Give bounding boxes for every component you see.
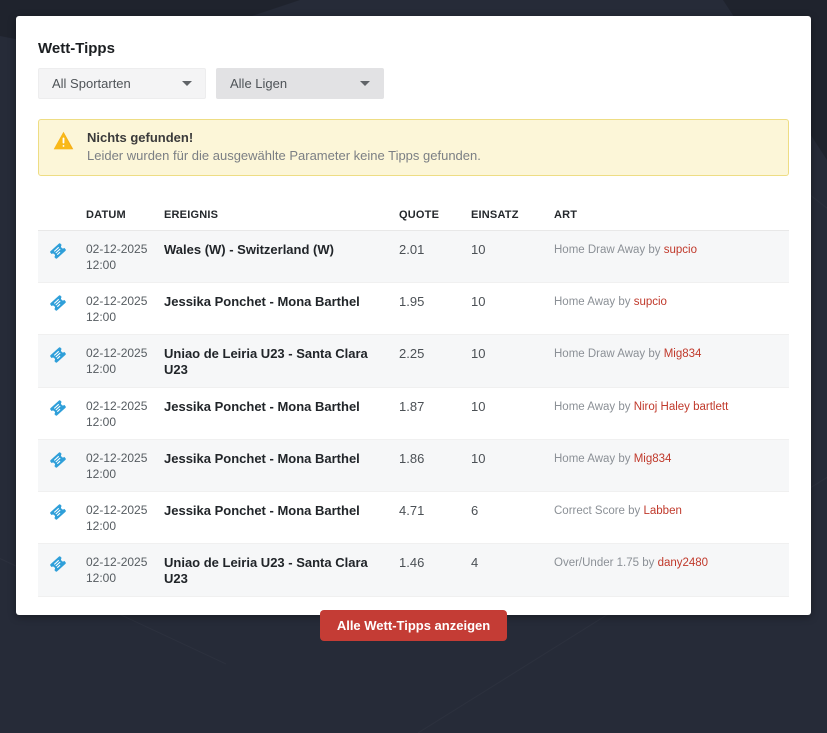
tip-event: Uniao de Leiria U23 - Santa Clara U23 xyxy=(164,555,368,586)
table-row: 02-12-2025 12:00 Jessika Ponchet - Mona … xyxy=(38,492,789,544)
tip-art-label: Correct Score by xyxy=(554,505,644,517)
tip-art: Home Away by supcio xyxy=(554,293,789,310)
tips-table: DATUM EREIGNIS QUOTE EINSATZ ART 02-12-2… xyxy=(38,203,789,597)
card-footer: Alle Wett-Tipps anzeigen xyxy=(38,610,789,641)
tip-art-label: Home Away by xyxy=(554,401,634,413)
ticket-icon[interactable] xyxy=(49,555,67,573)
tip-event: Wales (W) - Switzerland (W) xyxy=(164,242,334,257)
table-row: 02-12-2025 12:00 Jessika Ponchet - Mona … xyxy=(38,388,789,440)
tip-event: Jessika Ponchet - Mona Barthel xyxy=(164,399,360,414)
tip-art-label: Home Away by xyxy=(554,296,634,308)
tip-art-label: Home Draw Away by xyxy=(554,244,664,256)
tip-art-label: Home Away by xyxy=(554,453,634,465)
tip-einsatz: 10 xyxy=(471,346,486,361)
tip-art: Home Away by Mig834 xyxy=(554,450,789,467)
column-header-ereignis: EREIGNIS xyxy=(164,209,219,221)
warning-triangle-icon xyxy=(53,129,74,165)
column-header-datum: DATUM xyxy=(86,209,126,221)
table-row: 02-12-2025 12:00 Wales (W) - Switzerland… xyxy=(38,231,789,283)
alert-text: Nichts gefunden! Leider wurden für die a… xyxy=(87,129,481,165)
ticket-icon[interactable] xyxy=(49,346,67,364)
tip-datetime: 02-12-2025 12:00 xyxy=(86,242,148,272)
tip-datetime: 02-12-2025 12:00 xyxy=(86,294,148,324)
tip-quote: 2.25 xyxy=(399,346,425,361)
alert-message: Leider wurden für die ausgewählte Parame… xyxy=(87,148,481,163)
alert-title: Nichts gefunden! xyxy=(87,130,194,145)
table-row: 02-12-2025 12:00 Uniao de Leiria U23 - S… xyxy=(38,544,789,597)
league-filter-value: Alle Ligen xyxy=(230,76,288,91)
tip-event: Jessika Ponchet - Mona Barthel xyxy=(164,294,360,309)
tip-event: Jessika Ponchet - Mona Barthel xyxy=(164,503,360,518)
tip-quote: 1.46 xyxy=(399,555,425,570)
tip-quote: 4.71 xyxy=(399,503,425,518)
tip-quote: 1.87 xyxy=(399,399,425,414)
tip-datetime: 02-12-2025 12:00 xyxy=(86,555,148,585)
tip-art-label: Over/Under 1.75 by xyxy=(554,557,658,569)
league-filter-select[interactable]: Alle Ligen xyxy=(216,68,384,99)
tipster-link[interactable]: Mig834 xyxy=(664,348,702,360)
tip-datetime: 02-12-2025 12:00 xyxy=(86,346,148,376)
tips-table-body: 02-12-2025 12:00 Wales (W) - Switzerland… xyxy=(38,231,789,597)
tip-art: Home Draw Away by supcio xyxy=(554,241,789,258)
tip-event: Uniao de Leiria U23 - Santa Clara U23 xyxy=(164,346,368,377)
tip-einsatz: 10 xyxy=(471,451,486,466)
caret-down-icon xyxy=(360,81,370,86)
ticket-icon[interactable] xyxy=(49,294,67,312)
tip-quote: 2.01 xyxy=(399,242,425,257)
show-all-tips-button[interactable]: Alle Wett-Tipps anzeigen xyxy=(319,610,508,641)
tipster-link[interactable]: supcio xyxy=(664,244,697,256)
tip-einsatz: 6 xyxy=(471,503,479,518)
column-header-art: ART xyxy=(554,209,578,221)
table-row: 02-12-2025 12:00 Jessika Ponchet - Mona … xyxy=(38,283,789,335)
ticket-icon[interactable] xyxy=(49,242,67,260)
ticket-icon[interactable] xyxy=(49,451,67,469)
tipster-link[interactable]: supcio xyxy=(634,296,667,308)
tip-art: Home Away by Niroj Haley bartlett xyxy=(554,398,789,415)
tipster-link[interactable]: Labben xyxy=(643,505,681,517)
tip-event: Jessika Ponchet - Mona Barthel xyxy=(164,451,360,466)
tip-einsatz: 4 xyxy=(471,555,479,570)
tip-art: Correct Score by Labben xyxy=(554,502,789,519)
tip-art-label: Home Draw Away by xyxy=(554,348,664,360)
table-header-row: DATUM EREIGNIS QUOTE EINSATZ ART xyxy=(38,203,789,231)
sport-filter-value: All Sportarten xyxy=(52,76,131,91)
column-header-quote: QUOTE xyxy=(399,209,440,221)
tip-datetime: 02-12-2025 12:00 xyxy=(86,451,148,481)
tip-quote: 1.86 xyxy=(399,451,425,466)
tip-einsatz: 10 xyxy=(471,294,486,309)
tip-datetime: 02-12-2025 12:00 xyxy=(86,503,148,533)
table-row: 02-12-2025 12:00 Uniao de Leiria U23 - S… xyxy=(38,335,789,388)
sport-filter-select[interactable]: All Sportarten xyxy=(38,68,206,99)
tipster-link[interactable]: dany2480 xyxy=(658,557,709,569)
table-row: 02-12-2025 12:00 Jessika Ponchet - Mona … xyxy=(38,440,789,492)
tip-einsatz: 10 xyxy=(471,242,486,257)
tip-art: Home Draw Away by Mig834 xyxy=(554,345,789,362)
wett-tipps-card: Wett-Tipps All Sportarten Alle Ligen Nic… xyxy=(16,16,811,641)
filter-bar: All Sportarten Alle Ligen xyxy=(38,68,789,99)
ticket-icon[interactable] xyxy=(49,399,67,417)
ticket-icon[interactable] xyxy=(49,503,67,521)
column-header-einsatz: EINSATZ xyxy=(471,209,519,221)
tip-art: Over/Under 1.75 by dany2480 xyxy=(554,554,789,571)
page-title: Wett-Tipps xyxy=(38,40,115,57)
caret-down-icon xyxy=(182,81,192,86)
tip-datetime: 02-12-2025 12:00 xyxy=(86,399,148,429)
tipster-link[interactable]: Niroj Haley bartlett xyxy=(634,401,729,413)
no-results-alert: Nichts gefunden! Leider wurden für die a… xyxy=(38,119,789,176)
tipster-link[interactable]: Mig834 xyxy=(634,453,672,465)
tip-quote: 1.95 xyxy=(399,294,425,309)
tip-einsatz: 10 xyxy=(471,399,486,414)
